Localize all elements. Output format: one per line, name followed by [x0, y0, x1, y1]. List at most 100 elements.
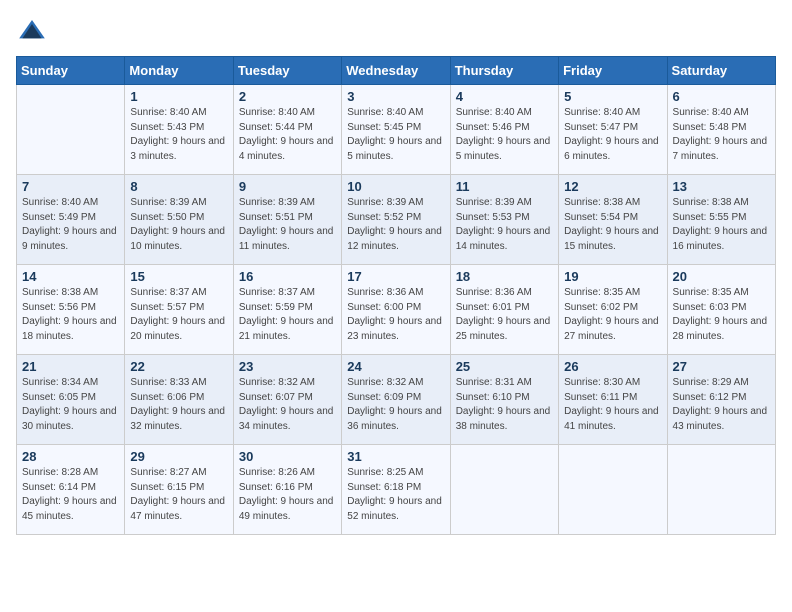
- day-number: 24: [347, 359, 444, 374]
- calendar-cell: 5Sunrise: 8:40 AMSunset: 5:47 PMDaylight…: [559, 85, 667, 175]
- calendar-cell: 20 Sunrise: 8:35 AMSunset: 6:03 PMDayligh…: [667, 265, 775, 355]
- day-detail: Sunrise: 8:36 AMSunset: 6:01 PMDaylight:…: [456, 286, 553, 344]
- day-number: 9: [239, 179, 336, 194]
- calendar-cell: 15 Sunrise: 8:37 AMSunset: 5:57 PMDayligh…: [125, 265, 233, 355]
- day-detail: Sunrise: 8:40 AMSunset: 5:46 PMDaylight:…: [456, 106, 553, 164]
- day-detail: Sunrise: 8:27 AMSunset: 6:15 PMDaylight:…: [130, 466, 227, 524]
- day-detail: Sunrise: 8:38 AMSunset: 5:56 PMDaylight:…: [22, 286, 119, 344]
- calendar-cell: 26 Sunrise: 8:30 AMSunset: 6:11 PMDayligh…: [559, 355, 667, 445]
- day-detail: Sunrise: 8:39 AMSunset: 5:52 PMDaylight:…: [347, 196, 444, 254]
- calendar-cell: 16Sunrise: 8:37 AMSunset: 5:59 PMDayligh…: [233, 265, 341, 355]
- col-monday: Monday: [125, 57, 233, 85]
- calendar-cell: [17, 85, 125, 175]
- calendar-cell: 14Sunrise: 8:38 AMSunset: 5:56 PMDayligh…: [17, 265, 125, 355]
- day-detail: Sunrise: 8:36 AMSunset: 6:00 PMDaylight:…: [347, 286, 444, 344]
- day-detail: Sunrise: 8:37 AMSunset: 5:57 PMDaylight:…: [130, 286, 227, 344]
- day-number: 18: [456, 269, 553, 284]
- calendar-cell: 31 Sunrise: 8:25 AMSunset: 6:18 PMDayligh…: [342, 445, 450, 535]
- day-detail: Sunrise: 8:40 AMSunset: 5:44 PMDaylight:…: [239, 106, 336, 164]
- day-detail: Sunrise: 8:25 AMSunset: 6:18 PMDaylight:…: [347, 466, 444, 524]
- calendar-week-row: 21 Sunrise: 8:34 AMSunset: 6:05 PMDayligh…: [17, 355, 776, 445]
- day-detail: Sunrise: 8:26 AMSunset: 6:16 PMDaylight:…: [239, 466, 336, 524]
- day-detail: Sunrise: 8:40 AMSunset: 5:43 PMDaylight:…: [130, 106, 227, 164]
- col-saturday: Saturday: [667, 57, 775, 85]
- calendar-cell: 1 Sunrise: 8:40 AMSunset: 5:43 PMDaylight…: [125, 85, 233, 175]
- calendar-cell: [450, 445, 558, 535]
- calendar-cell: 27Sunrise: 8:29 AMSunset: 6:12 PMDayligh…: [667, 355, 775, 445]
- day-number: 25: [456, 359, 553, 374]
- day-detail: Sunrise: 8:28 AMSunset: 6:14 PMDaylight:…: [22, 466, 119, 524]
- day-number: 26: [564, 359, 661, 374]
- calendar-week-row: 1 Sunrise: 8:40 AMSunset: 5:43 PMDaylight…: [17, 85, 776, 175]
- calendar-cell: 7 Sunrise: 8:40 AMSunset: 5:49 PMDaylight…: [17, 175, 125, 265]
- calendar-cell: 19 Sunrise: 8:35 AMSunset: 6:02 PMDayligh…: [559, 265, 667, 355]
- calendar-cell: 25Sunrise: 8:31 AMSunset: 6:10 PMDayligh…: [450, 355, 558, 445]
- day-detail: Sunrise: 8:32 AMSunset: 6:09 PMDaylight:…: [347, 376, 444, 434]
- day-number: 31: [347, 449, 444, 464]
- day-detail: Sunrise: 8:40 AMSunset: 5:49 PMDaylight:…: [22, 196, 119, 254]
- calendar-week-row: 7 Sunrise: 8:40 AMSunset: 5:49 PMDaylight…: [17, 175, 776, 265]
- day-detail: Sunrise: 8:34 AMSunset: 6:05 PMDaylight:…: [22, 376, 119, 434]
- calendar-week-row: 28Sunrise: 8:28 AMSunset: 6:14 PMDayligh…: [17, 445, 776, 535]
- day-detail: Sunrise: 8:39 AMSunset: 5:50 PMDaylight:…: [130, 196, 227, 254]
- calendar-cell: 23 Sunrise: 8:32 AMSunset: 6:07 PMDayligh…: [233, 355, 341, 445]
- day-number: 19: [564, 269, 661, 284]
- day-detail: Sunrise: 8:40 AMSunset: 5:47 PMDaylight:…: [564, 106, 661, 164]
- col-wednesday: Wednesday: [342, 57, 450, 85]
- calendar-cell: 29Sunrise: 8:27 AMSunset: 6:15 PMDayligh…: [125, 445, 233, 535]
- calendar-body: 1 Sunrise: 8:40 AMSunset: 5:43 PMDaylight…: [17, 85, 776, 535]
- calendar-cell: [559, 445, 667, 535]
- col-sunday: Sunday: [17, 57, 125, 85]
- col-friday: Friday: [559, 57, 667, 85]
- calendar-cell: 24 Sunrise: 8:32 AMSunset: 6:09 PMDayligh…: [342, 355, 450, 445]
- day-number: 21: [22, 359, 119, 374]
- day-number: 17: [347, 269, 444, 284]
- day-detail: Sunrise: 8:39 AMSunset: 5:51 PMDaylight:…: [239, 196, 336, 254]
- day-detail: Sunrise: 8:33 AMSunset: 6:06 PMDaylight:…: [130, 376, 227, 434]
- day-number: 6: [673, 89, 770, 104]
- day-number: 3: [347, 89, 444, 104]
- calendar-cell: 2 Sunrise: 8:40 AMSunset: 5:44 PMDaylight…: [233, 85, 341, 175]
- day-detail: Sunrise: 8:32 AMSunset: 6:07 PMDaylight:…: [239, 376, 336, 434]
- col-tuesday: Tuesday: [233, 57, 341, 85]
- calendar-cell: 30 Sunrise: 8:26 AMSunset: 6:16 PMDayligh…: [233, 445, 341, 535]
- day-number: 4: [456, 89, 553, 104]
- calendar-cell: 18 Sunrise: 8:36 AMSunset: 6:01 PMDayligh…: [450, 265, 558, 355]
- day-detail: Sunrise: 8:35 AMSunset: 6:02 PMDaylight:…: [564, 286, 661, 344]
- day-detail: Sunrise: 8:38 AMSunset: 5:55 PMDaylight:…: [673, 196, 770, 254]
- calendar-cell: 10Sunrise: 8:39 AMSunset: 5:52 PMDayligh…: [342, 175, 450, 265]
- day-number: 12: [564, 179, 661, 194]
- day-number: 1: [130, 89, 227, 104]
- calendar-cell: 21 Sunrise: 8:34 AMSunset: 6:05 PMDayligh…: [17, 355, 125, 445]
- day-number: 30: [239, 449, 336, 464]
- calendar-week-row: 14Sunrise: 8:38 AMSunset: 5:56 PMDayligh…: [17, 265, 776, 355]
- calendar-cell: 11 Sunrise: 8:39 AMSunset: 5:53 PMDayligh…: [450, 175, 558, 265]
- calendar-cell: 6 Sunrise: 8:40 AMSunset: 5:48 PMDaylight…: [667, 85, 775, 175]
- header-row: Sunday Monday Tuesday Wednesday Thursday…: [17, 57, 776, 85]
- col-thursday: Thursday: [450, 57, 558, 85]
- day-number: 8: [130, 179, 227, 194]
- day-number: 11: [456, 179, 553, 194]
- calendar-cell: [667, 445, 775, 535]
- day-number: 22: [130, 359, 227, 374]
- day-detail: Sunrise: 8:40 AMSunset: 5:48 PMDaylight:…: [673, 106, 770, 164]
- page-header: [16, 16, 776, 48]
- calendar-cell: 9 Sunrise: 8:39 AMSunset: 5:51 PMDaylight…: [233, 175, 341, 265]
- day-number: 7: [22, 179, 119, 194]
- day-number: 15: [130, 269, 227, 284]
- logo-icon: [16, 16, 48, 48]
- day-number: 13: [673, 179, 770, 194]
- calendar-cell: 17 Sunrise: 8:36 AMSunset: 6:00 PMDayligh…: [342, 265, 450, 355]
- day-number: 27: [673, 359, 770, 374]
- day-number: 20: [673, 269, 770, 284]
- day-detail: Sunrise: 8:30 AMSunset: 6:11 PMDaylight:…: [564, 376, 661, 434]
- day-detail: Sunrise: 8:39 AMSunset: 5:53 PMDaylight:…: [456, 196, 553, 254]
- calendar-cell: 8 Sunrise: 8:39 AMSunset: 5:50 PMDaylight…: [125, 175, 233, 265]
- calendar-header: Sunday Monday Tuesday Wednesday Thursday…: [17, 57, 776, 85]
- day-number: 23: [239, 359, 336, 374]
- calendar-cell: 4 Sunrise: 8:40 AMSunset: 5:46 PMDaylight…: [450, 85, 558, 175]
- day-detail: Sunrise: 8:40 AMSunset: 5:45 PMDaylight:…: [347, 106, 444, 164]
- calendar-cell: 13 Sunrise: 8:38 AMSunset: 5:55 PMDayligh…: [667, 175, 775, 265]
- day-number: 2: [239, 89, 336, 104]
- day-detail: Sunrise: 8:35 AMSunset: 6:03 PMDaylight:…: [673, 286, 770, 344]
